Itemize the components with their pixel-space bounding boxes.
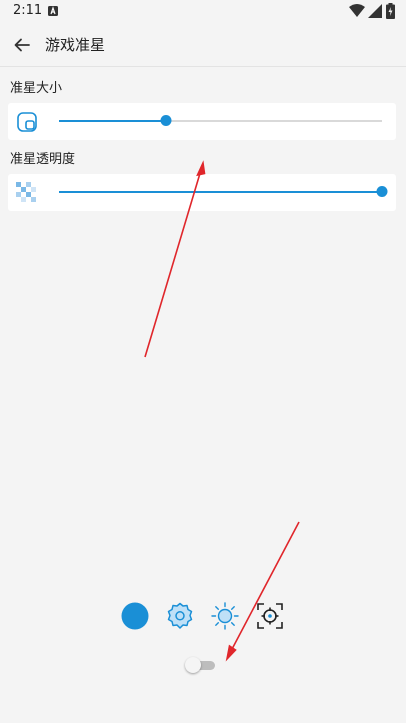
crosshair-size-icon — [17, 112, 37, 132]
status-time: 2:11 — [13, 3, 43, 18]
annotation-arrowhead-down — [225, 644, 237, 662]
opacity-card — [8, 174, 396, 211]
toolbar: 游戏准星 — [0, 24, 406, 67]
signal-icon — [368, 4, 382, 18]
filled-circle-icon[interactable] — [120, 601, 150, 631]
opacity-section-label: 准星透明度 — [10, 152, 76, 167]
game-crosshair-screen: 2:11 游戏准星 准星大小 准星透明度 — [0, 0, 406, 723]
opacity-slider-thumb[interactable] — [376, 186, 388, 197]
page-title: 游戏准星 — [45, 36, 106, 54]
a-notification-icon — [48, 6, 58, 16]
opacity-slider[interactable] — [59, 186, 388, 197]
size-section-label: 准星大小 — [10, 81, 63, 96]
crosshair-toggle-switch[interactable] — [185, 657, 215, 673]
size-card — [8, 103, 396, 140]
size-slider-fill — [59, 120, 166, 122]
gear-badge-icon[interactable] — [165, 601, 195, 631]
checkerboard-opacity-icon — [16, 182, 36, 202]
opacity-slider-fill — [59, 191, 382, 193]
sun-icon[interactable] — [210, 601, 240, 631]
back-arrow-icon[interactable] — [10, 33, 34, 57]
target-reticle-icon[interactable] — [255, 601, 285, 631]
annotation-arrow-down — [230, 521, 300, 652]
size-slider-thumb[interactable] — [160, 115, 172, 126]
toggle-knob — [185, 657, 201, 673]
size-slider[interactable] — [59, 115, 382, 126]
battery-charging-icon — [386, 3, 395, 19]
status-bar: 2:11 — [0, 0, 406, 24]
wifi-icon — [349, 4, 365, 17]
